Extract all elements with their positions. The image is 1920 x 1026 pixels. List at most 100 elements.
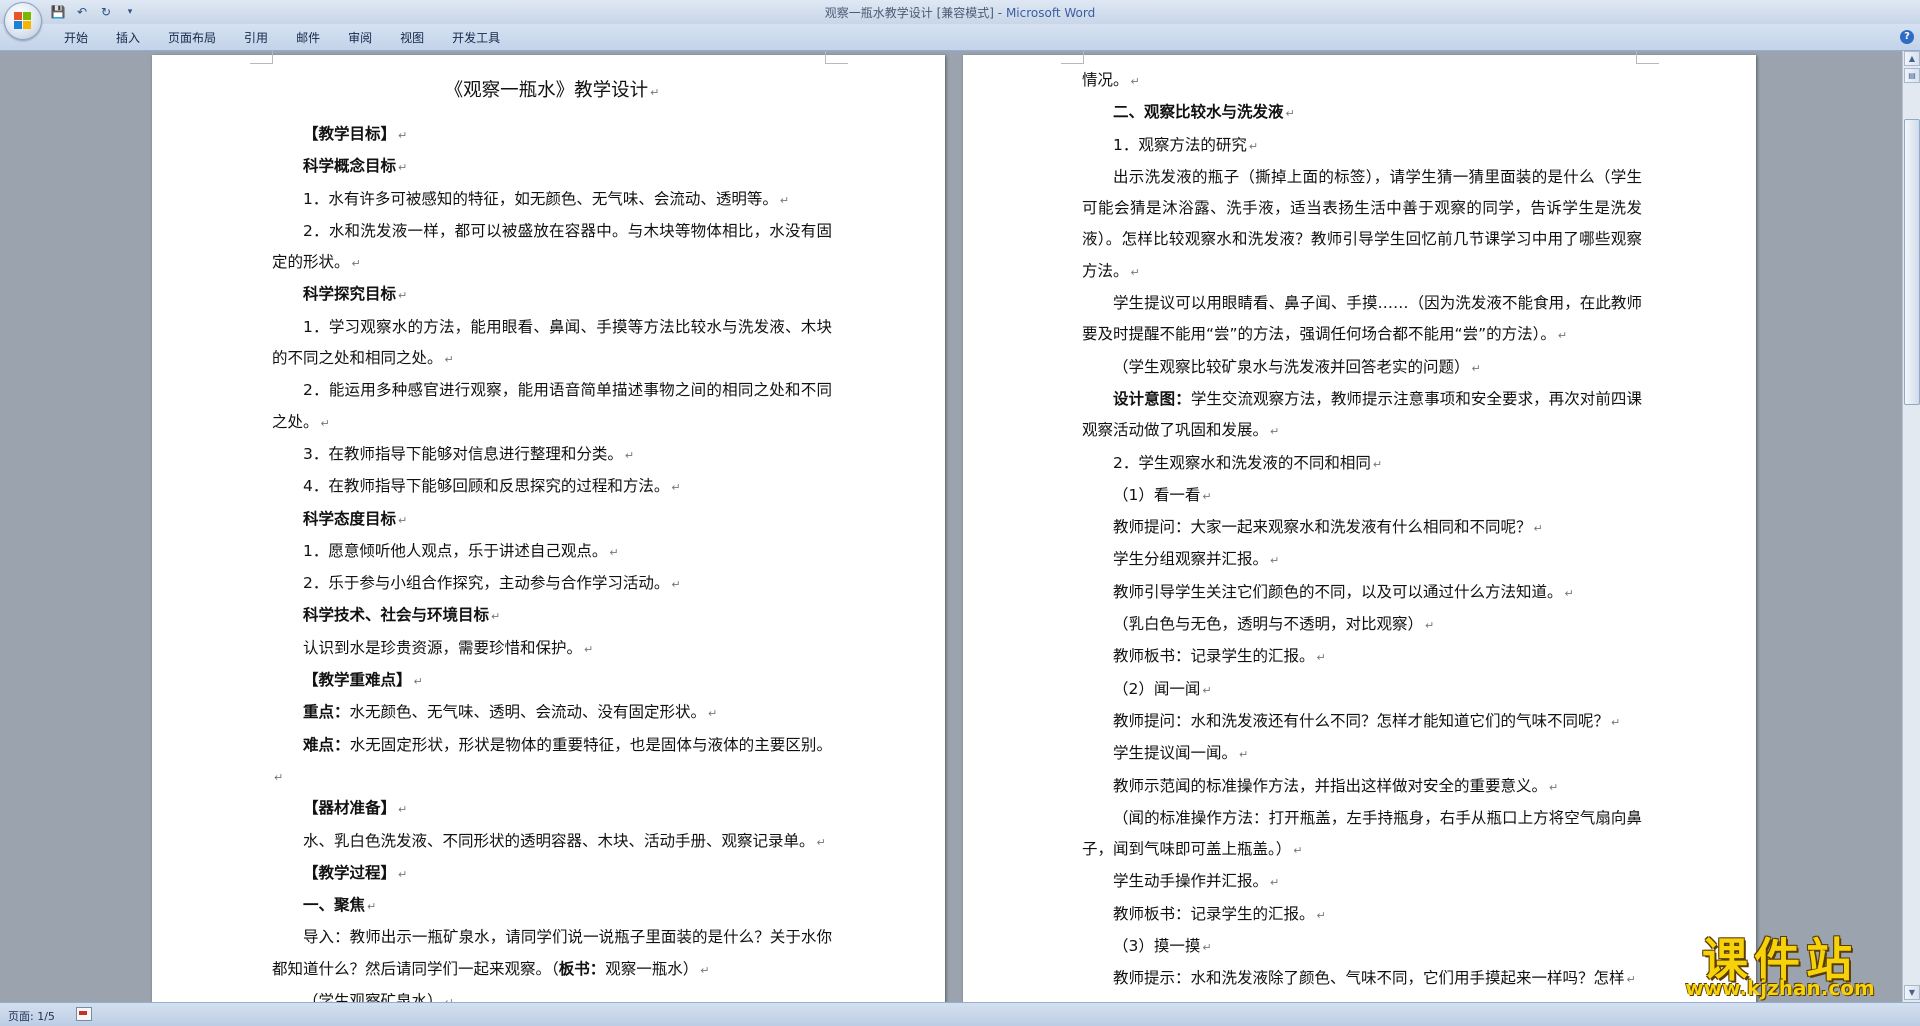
tab-4[interactable]: 邮件 bbox=[282, 29, 334, 47]
scroll-up-icon[interactable]: ▲ bbox=[1904, 51, 1920, 66]
paragraph-text: 【器材准备】 bbox=[303, 799, 397, 818]
paragraph: 教师提问：水和洗发液还有什么不同？怎样才能知道它们的气味不同呢？ ↵ bbox=[1082, 706, 1642, 738]
paragraph-text: 水、乳白色洗发液、不同形状的透明容器、木块、活动手册、观察记录单。 bbox=[303, 831, 815, 850]
document-heading: 《观察一瓶水》教学设计 ↵ bbox=[444, 80, 660, 101]
page-indicator[interactable]: 页面: 1/5 bbox=[8, 1008, 55, 1024]
paragraph: 1．水有许多可被感知的特征，如无颜色、无气味、会流动、透明等。 ↵ bbox=[272, 184, 832, 216]
paragraph-text: 1．观察方法的研究 bbox=[1113, 135, 1247, 154]
paragraph-mark-icon: ↵ bbox=[398, 289, 408, 303]
paragraph-text: 3．在教师指导下能够对信息进行整理和分类。 bbox=[303, 444, 623, 463]
paragraph-text: 科学技术、社会与环境目标 bbox=[303, 606, 490, 625]
paragraph-mark-icon: ↵ bbox=[1270, 425, 1280, 439]
page-1-text[interactable]: 《观察一瓶水》教学设计 ↵ 【教学目标】 ↵ 科学概念目标 ↵ 1．水有许多可被感知的特征… bbox=[272, 71, 832, 1002]
paragraph: 重点：水无颜色、无气味、透明、会流动、没有固定形状。 ↵ bbox=[272, 697, 832, 729]
title-bar: 💾 ↶ ↻ ▾ 观察一瓶水教学设计 [兼容模式] - Microsoft Wor… bbox=[0, 0, 1920, 25]
paragraph-mark-icon: ↵ bbox=[671, 481, 681, 495]
paragraph: 学生动手操作并汇报。 ↵ bbox=[1082, 866, 1642, 898]
office-logo-icon bbox=[14, 12, 32, 30]
paragraph-text: （1）看一看 bbox=[1113, 485, 1201, 504]
paragraph: 二、观察比较水与洗发液 ↵ bbox=[1082, 97, 1642, 129]
tab-5[interactable]: 审阅 bbox=[334, 29, 386, 47]
page-2-text[interactable]: 情况。 ↵ 二、观察比较水与洗发液 ↵ 1．观察方法的研究 ↵ 出示洗发液的瓶子（撕掉上面的… bbox=[1082, 65, 1642, 996]
paragraph-text: 二、观察比较水与洗发液 bbox=[1113, 103, 1284, 122]
paragraph-text: 水无固定形状，形状是物体的重要特征，也是固体与液体的主要区别。 bbox=[349, 735, 832, 754]
paragraph-mark-icon: ↵ bbox=[1626, 973, 1636, 987]
paragraph-mark-icon: ↵ bbox=[1270, 876, 1280, 890]
word-window: 💾 ↶ ↻ ▾ 观察一瓶水教学设计 [兼容模式] - Microsoft Wor… bbox=[0, 0, 1920, 1026]
paragraph-mark-icon: ↵ bbox=[398, 129, 408, 142]
paragraph-mark-icon: ↵ bbox=[1471, 361, 1481, 375]
paragraph-text: （闻的标准操作方法：打开瓶盖，左手持瓶身，右手从瓶口上方将空气扇向鼻子，闻到气味… bbox=[1082, 808, 1642, 859]
paragraph-mark-icon: ↵ bbox=[351, 257, 361, 271]
paragraph-text: 学生分组观察并汇报。 bbox=[1113, 550, 1269, 569]
paragraph: 2．乐于参与小组合作探究，主动参与合作学习活动。 ↵ bbox=[272, 568, 832, 600]
tab-6[interactable]: 视图 bbox=[386, 29, 438, 47]
paragraph: （乳白色与无色，透明与不透明，对比观察） ↵ bbox=[1082, 609, 1642, 641]
paragraph-mark-icon: ↵ bbox=[1533, 522, 1543, 536]
paragraph: 出示洗发液的瓶子（撕掉上面的标签），请学生猜一猜里面装的是什么（学生可能会猜是沐… bbox=[1082, 162, 1642, 288]
paragraph-mark-icon: ↵ bbox=[398, 161, 408, 175]
page-1[interactable]: 《观察一瓶水》教学设计 ↵ 【教学目标】 ↵ 科学概念目标 ↵ 1．水有许多可被感知的特征… bbox=[152, 51, 945, 1002]
paragraph-text: 教师板书：记录学生的汇报。 bbox=[1113, 904, 1315, 923]
paragraph-mark-icon: ↵ bbox=[671, 578, 681, 592]
paragraph: 教师示范闻的标准操作方法，并指出这样做对安全的重要意义。 ↵ bbox=[1082, 771, 1642, 803]
paragraph-text: （2）闻一闻 bbox=[1113, 679, 1201, 698]
paragraph-text: 教师提问：大家一起来观察水和洗发液有什么相同和不同呢？ bbox=[1113, 518, 1532, 537]
document-workspace[interactable]: 《观察一瓶水》教学设计 ↵ 【教学目标】 ↵ 科学概念目标 ↵ 1．水有许多可被感知的特征… bbox=[0, 51, 1902, 1002]
paragraph-mark-icon: ↵ bbox=[320, 416, 330, 430]
ruler-toggle-icon[interactable]: ▤ bbox=[1904, 68, 1920, 83]
margin-mark bbox=[250, 51, 273, 64]
paragraph: （1）看一看 ↵ bbox=[1082, 480, 1642, 512]
tab-2[interactable]: 页面布局 bbox=[154, 29, 230, 47]
paragraph-text: 水无颜色、无气味、透明、会流动、没有固定形状。 bbox=[349, 703, 707, 722]
paragraph-mark-icon: ↵ bbox=[700, 963, 710, 977]
paragraph-text: 教师示范闻的标准操作方法，并指出这样做对安全的重要意义。 bbox=[1113, 776, 1548, 795]
paragraph: 2．水和洗发液一样，都可以被盛放在容器中。与木块等物体相比，水没有固定的形状。 ↵ bbox=[272, 216, 832, 280]
paragraph-text: 教师提示：水和洗发液除了颜色、气味不同，它们用手摸起来一样吗？怎样 bbox=[1113, 969, 1625, 988]
tab-1[interactable]: 插入 bbox=[102, 29, 154, 47]
proofing-icon[interactable] bbox=[76, 1007, 92, 1021]
paragraph-mark-icon: ↵ bbox=[1270, 554, 1280, 568]
vertical-scrollbar[interactable]: ▲ ▤ ▼ bbox=[1902, 51, 1920, 1002]
paragraph-mark-icon: ↵ bbox=[1202, 489, 1212, 503]
paragraph-mark-icon: ↵ bbox=[1130, 265, 1140, 279]
paragraph: 3．在教师指导下能够对信息进行整理和分类。 ↵ bbox=[272, 439, 832, 471]
paragraph-text: 【教学目标】 bbox=[303, 125, 397, 143]
paragraph-text: 1．学习观察水的方法，能用眼看、鼻闻、手摸等方法比较水与洗发液、木块的不同之处和… bbox=[272, 317, 832, 368]
paragraph-text: 学生动手操作并汇报。 bbox=[1113, 872, 1269, 891]
help-icon[interactable]: ? bbox=[1900, 30, 1914, 44]
paragraph-text: （乳白色与无色，透明与不透明，对比观察） bbox=[1113, 615, 1424, 634]
paragraph-mark-icon: ↵ bbox=[1202, 941, 1212, 955]
tab-3[interactable]: 引用 bbox=[230, 29, 282, 47]
scroll-down-icon[interactable]: ▼ bbox=[1904, 985, 1920, 1000]
paragraph: 教师板书：记录学生的汇报。 ↵ bbox=[1082, 899, 1642, 931]
watermark-logo: 课件站 www.kjzhan.com bbox=[1660, 924, 1900, 1002]
scroll-thumb[interactable] bbox=[1904, 119, 1920, 405]
ribbon-tabs: 开始 插入 页面布局 引用 邮件 审阅 视图 开发工具 ? bbox=[0, 24, 1920, 51]
paragraph-text: （学生观察矿泉水） bbox=[303, 992, 443, 1002]
margin-mark bbox=[1636, 51, 1659, 64]
paragraph-tail: 观察一瓶水） bbox=[605, 959, 699, 978]
tab-7[interactable]: 开发工具 bbox=[438, 29, 514, 47]
page-2[interactable]: 情况。 ↵ 二、观察比较水与洗发液 ↵ 1．观察方法的研究 ↵ 出示洗发液的瓶子（撕掉上面的… bbox=[963, 51, 1756, 1002]
paragraph: 【教学过程】 ↵ bbox=[272, 858, 832, 890]
paragraph: 2．学生观察水和洗发液的不同和相同 ↵ bbox=[1082, 448, 1642, 480]
paragraph-text: 2．能运用多种感官进行观察，能用语音简单描述事物之间的相同之处和不同之处。 bbox=[272, 381, 832, 431]
paragraph-mark-icon: ↵ bbox=[609, 545, 619, 559]
app-name: Microsoft Word bbox=[1005, 6, 1096, 20]
paragraph-mark-icon: ↵ bbox=[1549, 780, 1559, 794]
paragraph-text: 教师引导学生关注它们颜色的不同，以及可以通过什么方法知道。 bbox=[1113, 582, 1563, 601]
paragraph-text: 科学概念目标 bbox=[303, 157, 397, 176]
tab-0[interactable]: 开始 bbox=[50, 29, 102, 47]
paragraph-text: 1．愿意倾听他人观点，乐于讲述自己观点。 bbox=[303, 541, 608, 560]
paragraph-text: （学生观察比较矿泉水与洗发液并回答老实的问题） bbox=[1113, 357, 1470, 376]
office-button[interactable] bbox=[4, 2, 42, 40]
paragraph-mark-icon: ↵ bbox=[708, 707, 718, 721]
paragraph-text: 科学探究目标 bbox=[303, 285, 397, 304]
paragraph-mark-icon: ↵ bbox=[1316, 908, 1326, 922]
paragraph-lead: 难点： bbox=[303, 735, 350, 754]
paragraph-text: 出示洗发液的瓶子（撕掉上面的标签），请学生猜一猜里面装的是什么（学生可能会猜是沐… bbox=[1082, 167, 1642, 280]
paragraph-mark-icon: ↵ bbox=[1293, 844, 1303, 858]
paragraph: 2．能运用多种感官进行观察，能用语音简单描述事物之间的相同之处和不同之处。 ↵ bbox=[272, 375, 832, 439]
paragraph-mark-icon: ↵ bbox=[1248, 139, 1259, 153]
